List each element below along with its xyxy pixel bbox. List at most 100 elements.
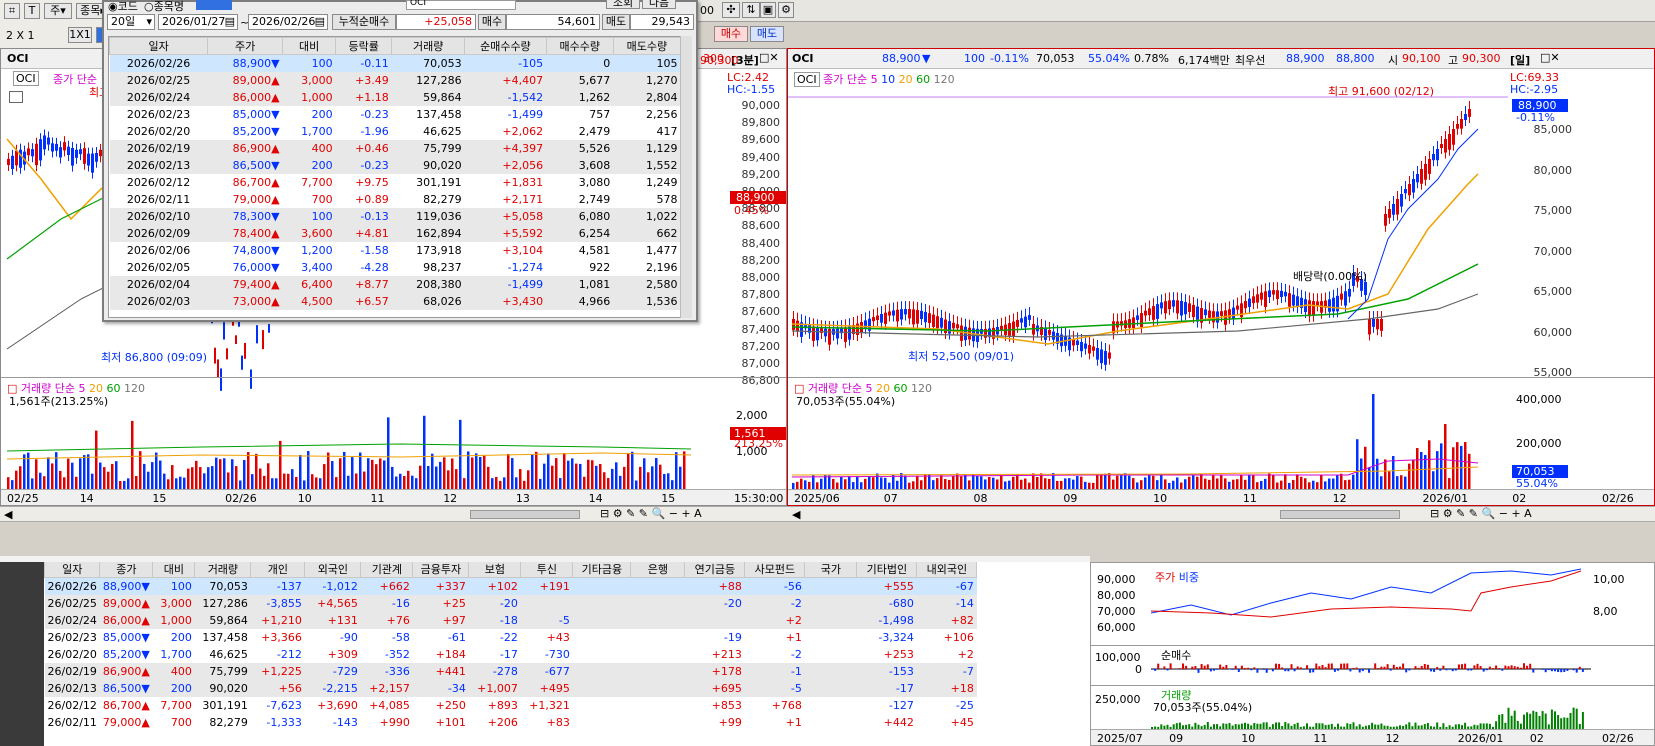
investor-col-header[interactable]: 기타법인 <box>856 560 918 578</box>
popup-row[interactable]: 2026/02/24 86,000▲ 1,000 +1.18 59,864 -1,542 1… <box>109 88 681 106</box>
date-to-input[interactable]: 2026/02/26 ▤ <box>248 14 328 30</box>
popup-row[interactable]: 2026/02/05 76,000▼ 3,400 -4.28 98,237 -1,274 9… <box>110 259 681 276</box>
investor-col-header[interactable]: 내외국인 <box>916 560 978 578</box>
investor-col-header[interactable]: 투신 <box>520 560 574 578</box>
popup-row[interactable]: 2026/02/26 88,900▼ 100 -0.11 70,053 -105 0 105 <box>109 54 681 72</box>
investor-cell: +3,690 <box>317 698 358 712</box>
investor-row[interactable]: 26/02/25 89,000▲ 3,000 127,286 -3,855 +4,565-… <box>44 594 977 612</box>
radio-name[interactable]: ○종목명 <box>144 0 184 14</box>
investor-col-header[interactable]: 국가 <box>804 560 858 578</box>
volume-bar <box>932 480 935 489</box>
period-select[interactable]: 주▾ <box>44 3 72 19</box>
date-from-input[interactable]: 2026/01/27 ▤ <box>158 14 238 30</box>
investor-col-header[interactable]: 연기금등 <box>684 560 746 578</box>
investor-col-header[interactable]: 개인 <box>250 560 306 578</box>
popup-row[interactable]: 2026/02/03 73,000▲ 4,500 +6.57 68,026 +3,430 4… <box>109 292 681 310</box>
left-scroll-thumb[interactable] <box>470 510 580 519</box>
candle <box>936 316 939 329</box>
net-bar <box>1423 663 1426 669</box>
popup-date: 2026/02/09 <box>109 224 208 242</box>
volume-bar <box>1372 394 1375 489</box>
popup-row[interactable]: 2026/02/19 86,900▲ 400 +0.46 75,799 +4,397 5,5… <box>109 139 681 157</box>
period-select[interactable]: 20일 ▾ <box>107 14 155 30</box>
investor-col-header[interactable]: 보험 <box>468 560 522 578</box>
volume-bar <box>175 478 178 489</box>
popup-col-header[interactable]: 일자 <box>109 37 209 55</box>
popup-col-header[interactable]: 순매수수량 <box>464 37 547 55</box>
net-bar <box>1225 664 1228 669</box>
gear-icon[interactable]: ⚙ <box>778 2 794 18</box>
zoom-controls-2[interactable]: ⊟ ⚙ ✎ ✎ 🔍 − + A <box>1430 507 1532 520</box>
volume-bar <box>1244 479 1247 489</box>
popup-col-header[interactable]: 매수수량 <box>545 37 614 55</box>
investor-col-header[interactable]: 거래량 <box>194 560 252 578</box>
inquire-button[interactable]: 조회 <box>606 0 640 9</box>
investor-row[interactable]: 26/02/23 85,000▼ 200 137,458 +3,366 -90 -58 -61… <box>45 629 977 646</box>
investor-col-header[interactable]: 은행 <box>630 560 686 578</box>
popup-row[interactable]: 2026/02/13 86,500▼ 200 -0.23 90,020 +2,056 3,6… <box>109 156 681 174</box>
popup-col-header[interactable]: 주가 <box>207 37 284 55</box>
volume-bar <box>892 474 895 489</box>
investor-row[interactable]: 26/02/19 86,900▲ 400 75,799 +1,225 -729 -336 +4… <box>44 662 977 680</box>
pin-button[interactable]: T <box>24 3 40 19</box>
investor-row[interactable]: 26/02/12 86,700▲ 7,700 301,191 -7,623 +3,690 +… <box>45 697 977 714</box>
popup-scrollbar[interactable] <box>680 36 692 318</box>
popup-row[interactable]: 2026/02/25 89,000▲ 3,000 +3.49 127,286 +4,407… <box>109 71 681 89</box>
popup-row[interactable]: 2026/02/04 79,400▲ 6,400 +8.77 208,380 -1,499… <box>109 275 681 293</box>
investor-col-header[interactable]: 사모펀드 <box>744 560 806 578</box>
popup-row[interactable]: 2026/02/20 85,200▼ 1,700 -1.96 46,625 +2,062 2… <box>110 123 681 140</box>
volume-bar <box>1284 474 1287 489</box>
sell-order-button[interactable]: 매도 <box>750 26 784 42</box>
scroll-left-icon-2[interactable]: ◀ <box>792 508 800 521</box>
investor-row[interactable]: 26/02/24 86,000▲ 1,000 59,864 +1,210 +131 +76 +… <box>44 611 977 629</box>
investor-col-header[interactable]: 기타금융 <box>572 560 632 578</box>
popup-row[interactable]: 2026/02/12 86,700▲ 7,700 +9.75 301,191 +1,831… <box>110 174 681 191</box>
investor-row[interactable]: 26/02/13 86,500▼ 200 90,020 +56 -2,215 +2,157-… <box>44 679 977 697</box>
investor-col-header[interactable]: 대비 <box>152 560 196 578</box>
calendar-icon[interactable]: ▤ <box>225 15 235 29</box>
popup-row[interactable]: 2026/02/06 74,800▼ 1,200 -1.58 173,918 +3,104… <box>110 242 681 259</box>
zoom-controls[interactable]: ⊟ ⚙ ✎ ✎ 🔍 − + A <box>600 507 702 520</box>
investor-row[interactable]: 26/02/11 79,000▲ 700 82,279 -1,333 -143 +990 +1… <box>45 714 977 731</box>
tool-icon-2[interactable]: ⇅ <box>742 2 760 18</box>
chart-scrollbar-row[interactable]: ◀ ⊟ ⚙ ✎ ✎ 🔍 − + A ◀ ⊟ ⚙ ✎ ✎ 🔍 − + A <box>0 506 1655 522</box>
investor-cell: +3,366 <box>261 630 302 644</box>
popup-row[interactable]: 2026/02/10 78,300▼ 100 -0.13 119,036 +5,058 6,… <box>109 207 681 225</box>
popup-price: 88,900▼ <box>207 54 283 72</box>
popup-col-header[interactable]: 거래량 <box>391 37 466 55</box>
popup-row[interactable]: 2026/02/23 85,000▼ 200 -0.23 137,458 -1,499 75… <box>110 106 681 123</box>
popup-row[interactable]: 2026/02/11 79,000▲ 700 +0.89 82,279 +2,171 2,7… <box>110 191 681 208</box>
investor-col-header[interactable]: 기관계 <box>360 560 414 578</box>
investor-change: 700 <box>170 715 192 729</box>
buy-order-button[interactable]: 매수 <box>714 26 748 42</box>
window-menu-button[interactable]: ⌗ <box>4 3 20 19</box>
stock-code-input[interactable] <box>196 0 232 10</box>
popup-col-header[interactable]: 매도수량 <box>612 37 682 55</box>
next-button[interactable]: 다음 <box>642 0 676 9</box>
mini-volume-bar <box>1510 715 1513 729</box>
stock-name-input[interactable]: OCI <box>406 0 516 10</box>
investor-col-header[interactable]: 종가 <box>99 560 154 578</box>
candle <box>944 319 947 334</box>
candle <box>816 327 819 341</box>
investor-row[interactable]: 26/02/26 88,900▼ 100 70,053 -137 -1,012 +662 +3… <box>44 577 977 595</box>
investor-row[interactable]: 26/02/20 85,200▼ 1,700 46,625 -212 +309 -352 +1… <box>45 646 977 663</box>
save-icon[interactable]: ▣ <box>760 2 776 18</box>
popup-rate: -0.13 <box>335 207 392 225</box>
volume-bar <box>1292 479 1295 489</box>
popup-col-header[interactable]: 등락률 <box>335 37 393 55</box>
investor-col-header[interactable]: 금융투자 <box>412 560 470 578</box>
radio-code[interactable]: ◉코드 <box>108 0 138 14</box>
net-bar <box>1278 663 1281 669</box>
investor-col-header[interactable]: 일자 <box>43 560 101 578</box>
scroll-left-icon[interactable]: ◀ <box>4 508 12 521</box>
popup-col-header[interactable]: 대비 <box>282 37 337 55</box>
volume-bar <box>191 467 194 489</box>
popup-row[interactable]: 2026/02/09 78,400▲ 3,600 +4.81 162,894 +5,592… <box>109 224 681 242</box>
candle <box>1080 342 1083 352</box>
calendar-icon[interactable]: ▤ <box>315 15 325 29</box>
investor-col-header[interactable]: 외국인 <box>304 560 362 578</box>
right-scroll-thumb[interactable] <box>1280 510 1400 519</box>
tool-icon-1[interactable]: ✣ <box>722 2 740 18</box>
ratio-button[interactable]: 1X1 <box>68 27 92 43</box>
